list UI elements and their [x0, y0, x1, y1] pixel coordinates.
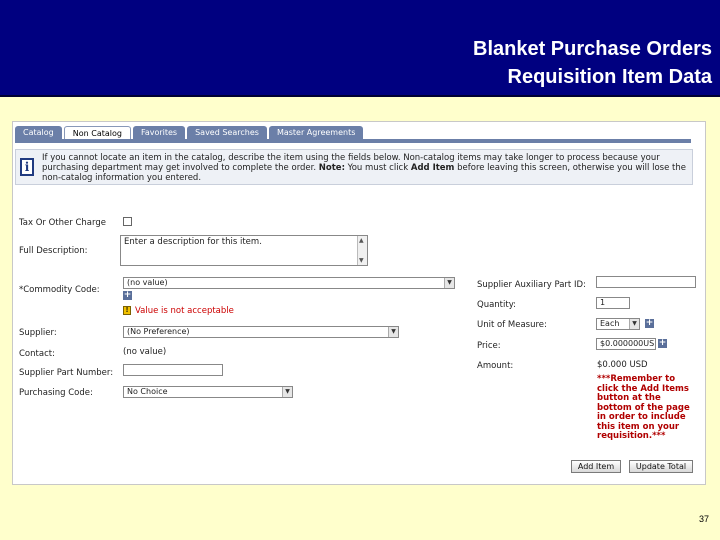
uom-select[interactable]: Each ▼ — [596, 318, 640, 330]
quantity-label: Quantity: — [477, 300, 516, 310]
tab-underline — [15, 139, 691, 143]
contact-label: Contact: — [19, 349, 55, 359]
tab-saved-searches[interactable]: Saved Searches — [187, 126, 267, 140]
tax-label: Tax Or Other Charge — [19, 218, 106, 228]
commodity-code-label: *Commodity Code: — [19, 285, 100, 295]
supplier-label: Supplier: — [19, 328, 57, 338]
tax-checkbox[interactable] — [123, 217, 132, 226]
add-item-reminder: ***Remember to click the Add Items butto… — [597, 374, 690, 441]
chevron-down-icon: ▼ — [444, 278, 454, 288]
purchasing-code-label: Purchasing Code: — [19, 388, 93, 398]
slide-subtitle: Requisition Item Data — [507, 66, 712, 88]
supplier-select[interactable]: (No Preference) ▼ — [123, 326, 399, 338]
contact-value: (no value) — [123, 347, 167, 357]
commodity-code-select[interactable]: (no value) ▼ — [123, 277, 455, 289]
tab-master-agreements[interactable]: Master Agreements — [268, 126, 364, 140]
scroll-up-icon[interactable]: ▲ — [359, 237, 364, 244]
requisition-screenshot: Catalog Non Catalog Favorites Saved Sear… — [12, 121, 706, 485]
purchasing-code-select[interactable]: No Choice ▼ — [123, 386, 293, 398]
price-label: Price: — [477, 341, 501, 351]
tab-favorites[interactable]: Favorites — [132, 126, 186, 140]
info-icon: i — [20, 158, 34, 176]
slide-title: Blanket Purchase Orders — [473, 38, 712, 60]
price-input[interactable]: $0.000000USD — [596, 338, 656, 350]
commodity-error: Value is not acceptable — [135, 306, 234, 316]
commodity-add-icon[interactable]: + — [123, 291, 132, 300]
uom-label: Unit of Measure: — [477, 320, 547, 330]
tab-catalog[interactable]: Catalog — [15, 126, 62, 140]
aux-part-input[interactable] — [596, 276, 696, 288]
quantity-input[interactable]: 1 — [596, 297, 630, 309]
chevron-down-icon: ▼ — [388, 327, 398, 337]
chevron-down-icon: ▼ — [629, 319, 639, 329]
uom-add-icon[interactable]: + — [645, 319, 654, 328]
supplier-part-label: Supplier Part Number: — [19, 368, 114, 378]
scroll-down-icon[interactable]: ▼ — [359, 257, 364, 264]
amount-value: $0.000 USD — [597, 360, 648, 370]
warning-icon: ! — [123, 306, 131, 315]
slide-header: Blanket Purchase Orders Requisition Item… — [0, 0, 720, 97]
info-box: i If you cannot locate an item in the ca… — [15, 149, 693, 185]
amount-label: Amount: — [477, 361, 514, 371]
info-text: If you cannot locate an item in the cata… — [42, 153, 686, 183]
full-description-label: Full Description: — [19, 246, 88, 256]
full-description-textarea[interactable]: Enter a description for this item. ▲ ▼ — [120, 235, 368, 266]
update-total-button[interactable]: Update Total — [629, 460, 693, 473]
add-item-button[interactable]: Add Item — [571, 460, 621, 473]
textarea-scrollbar[interactable]: ▲ ▼ — [357, 236, 367, 265]
tab-non-catalog[interactable]: Non Catalog — [63, 126, 131, 140]
chevron-down-icon: ▼ — [282, 387, 292, 397]
supplier-part-input[interactable] — [123, 364, 223, 376]
aux-part-label: Supplier Auxiliary Part ID: — [477, 280, 586, 290]
tab-bar: Catalog Non Catalog Favorites Saved Sear… — [15, 126, 365, 140]
price-add-icon[interactable]: + — [658, 339, 667, 348]
page-number: 37 — [699, 514, 710, 524]
